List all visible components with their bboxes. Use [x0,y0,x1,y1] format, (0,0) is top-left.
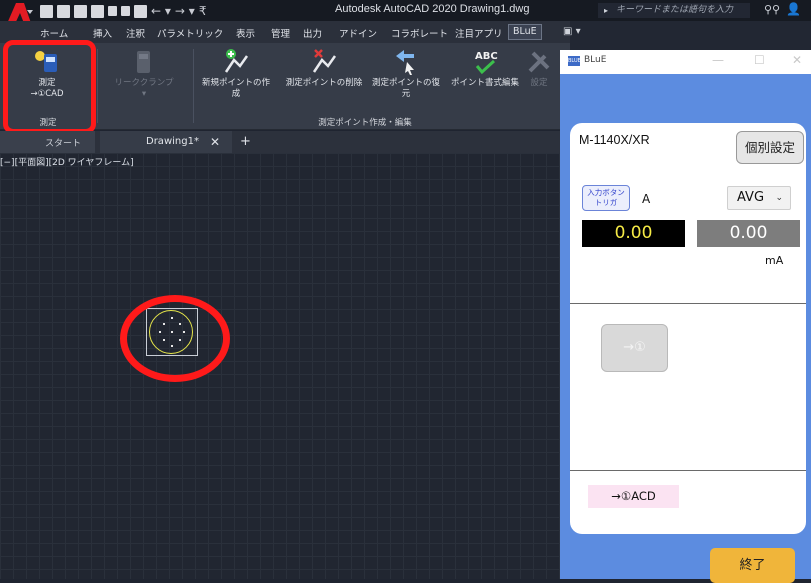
plot-icon[interactable] [121,6,130,16]
delete-point-label: 測定ポイントの削除 [285,78,363,88]
quick-access-toolbar: ← ▾ → ▾ ₹ [40,3,206,19]
divider [570,470,806,471]
binoculars-icon[interactable]: ⚲⚲ [764,3,780,16]
tab-parametric[interactable]: パラメトリック [157,26,223,40]
tab-start[interactable]: スタート [0,131,95,153]
viewport-controls[interactable]: [−][平面図][2D ワイヤフレーム] [0,155,134,168]
trigger-label-line1: 入力ボタン [587,188,625,197]
blue-window-title: BLuE [584,55,607,65]
customize-qat-icon[interactable]: ₹ [199,4,207,18]
search-placeholder: キーワードまたは語句を入力 [616,5,734,15]
search-input[interactable]: ▸ キーワードまたは語句を入力 [598,3,750,18]
tab-addins[interactable]: アドイン [339,26,377,40]
highlight-circle [120,295,230,382]
undo-icon[interactable]: ← ▾ [151,4,171,18]
save-icon[interactable] [74,4,87,18]
app-title: Autodesk AutoCAD 2020 Drawing1.dwg [335,3,530,15]
restore-arrow-icon [396,50,414,75]
edit-format-button[interactable]: ABC ポイント書式編集 [446,48,524,89]
drawing-canvas[interactable]: [−][平面図][2D ワイヤフレーム] [0,153,570,579]
delete-point-button[interactable]: 測定ポイントの削除 [284,48,364,89]
blue-title-bar: BLUE BLuE — ☐ ✕ [560,50,811,74]
web-mobile-icon[interactable] [108,6,117,16]
tab-collaborate[interactable]: コラボレート [391,26,448,40]
tab-manage[interactable]: 管理 [271,26,290,40]
chevron-down-icon: ▾ [141,89,147,99]
blue-window: BLUE BLuE — ☐ ✕ M-1140X/XR 個別設定 入力ボタン トリ… [560,50,811,583]
minimize-icon[interactable]: — [712,53,724,67]
user-icon[interactable]: 👤 [786,2,801,16]
new-point-button[interactable]: 新規ポイントの作成 [200,48,272,100]
send-to-cad-button[interactable]: →① [601,324,668,372]
secondary-value-display: 0.00 [697,220,800,247]
panel-toggle-icon[interactable]: ▣ ▾ [563,26,581,37]
edit-format-label: ポイント書式編集 [450,78,519,88]
save-as-icon[interactable] [91,4,104,18]
highlight-box [3,40,96,134]
leak-clamp-label: リーククランプ [114,78,174,88]
restore-point-label: 測定ポイントの復元 [371,78,440,99]
leak-clamp-button[interactable]: リーククランプ ▾ [104,48,184,100]
panel-divider [193,49,194,123]
close-icon[interactable]: ✕ [210,135,220,149]
target-label: →①ACD [588,485,679,508]
tools-icon [528,51,550,73]
tab-view[interactable]: 表示 [236,26,255,40]
spellcheck-icon: ABC [475,51,498,75]
tab-home[interactable]: ホーム [40,26,68,40]
mode-select[interactable]: AVG ⌄ [727,186,791,210]
tab-output[interactable]: 出力 [303,26,322,40]
panel-divider [97,49,98,123]
divider [570,303,806,304]
tab-featured-apps[interactable]: 注目アプリ [455,26,503,40]
measurement-card: M-1140X/XR 個別設定 入力ボタン トリガ A AVG ⌄ 0.00 0… [570,123,806,534]
unit-label: A [642,192,651,206]
svg-text:ABC: ABC [475,51,498,62]
blue-app-icon: BLUE [568,56,581,66]
expand-arrow-icon: ▸ [604,6,609,15]
title-bar: ← ▾ → ▾ ₹ Autodesk AutoCAD 2020 Drawing1… [0,0,811,26]
redo-icon[interactable]: → ▾ [175,4,195,18]
add-tab-icon[interactable]: + [240,134,251,149]
top-strip [570,21,811,50]
settings-label: 設定 [530,78,548,88]
mode-value: AVG [737,190,765,205]
tab-annotate[interactable]: 注釈 [126,26,145,40]
secondary-unit-label: mA [765,254,784,267]
settings-button[interactable]: 設定 [524,48,554,89]
device-model: M-1140X/XR [579,133,650,147]
restore-point-button[interactable]: 測定ポイントの復元 [368,48,444,100]
trigger-label-line2: トリガ [594,198,618,207]
open-folder-icon[interactable] [57,4,70,18]
maximize-icon[interactable]: ☐ [754,53,765,67]
delete-point-icon [312,49,337,73]
exit-button[interactable]: 終了 [710,548,795,583]
document-tabs: スタート Drawing1* ✕ + [0,131,570,153]
measured-value-display: 0.00 [582,220,685,247]
new-point-icon [224,49,249,73]
print-icon[interactable] [134,4,147,18]
clamp-meter-icon [137,51,150,73]
close-icon[interactable]: ✕ [792,53,802,67]
panel-label-point-edit: 測定ポイント作成・編集 [318,118,412,128]
chevron-down-icon: ⌄ [775,193,783,203]
input-trigger-button[interactable]: 入力ボタン トリガ [582,185,630,211]
new-file-icon[interactable] [40,4,53,18]
new-point-label: 新規ポイントの作成 [201,78,270,99]
tab-blue[interactable]: BLuE [508,24,542,40]
tab-insert[interactable]: 挿入 [93,26,112,40]
individual-settings-button[interactable]: 個別設定 [736,131,804,164]
